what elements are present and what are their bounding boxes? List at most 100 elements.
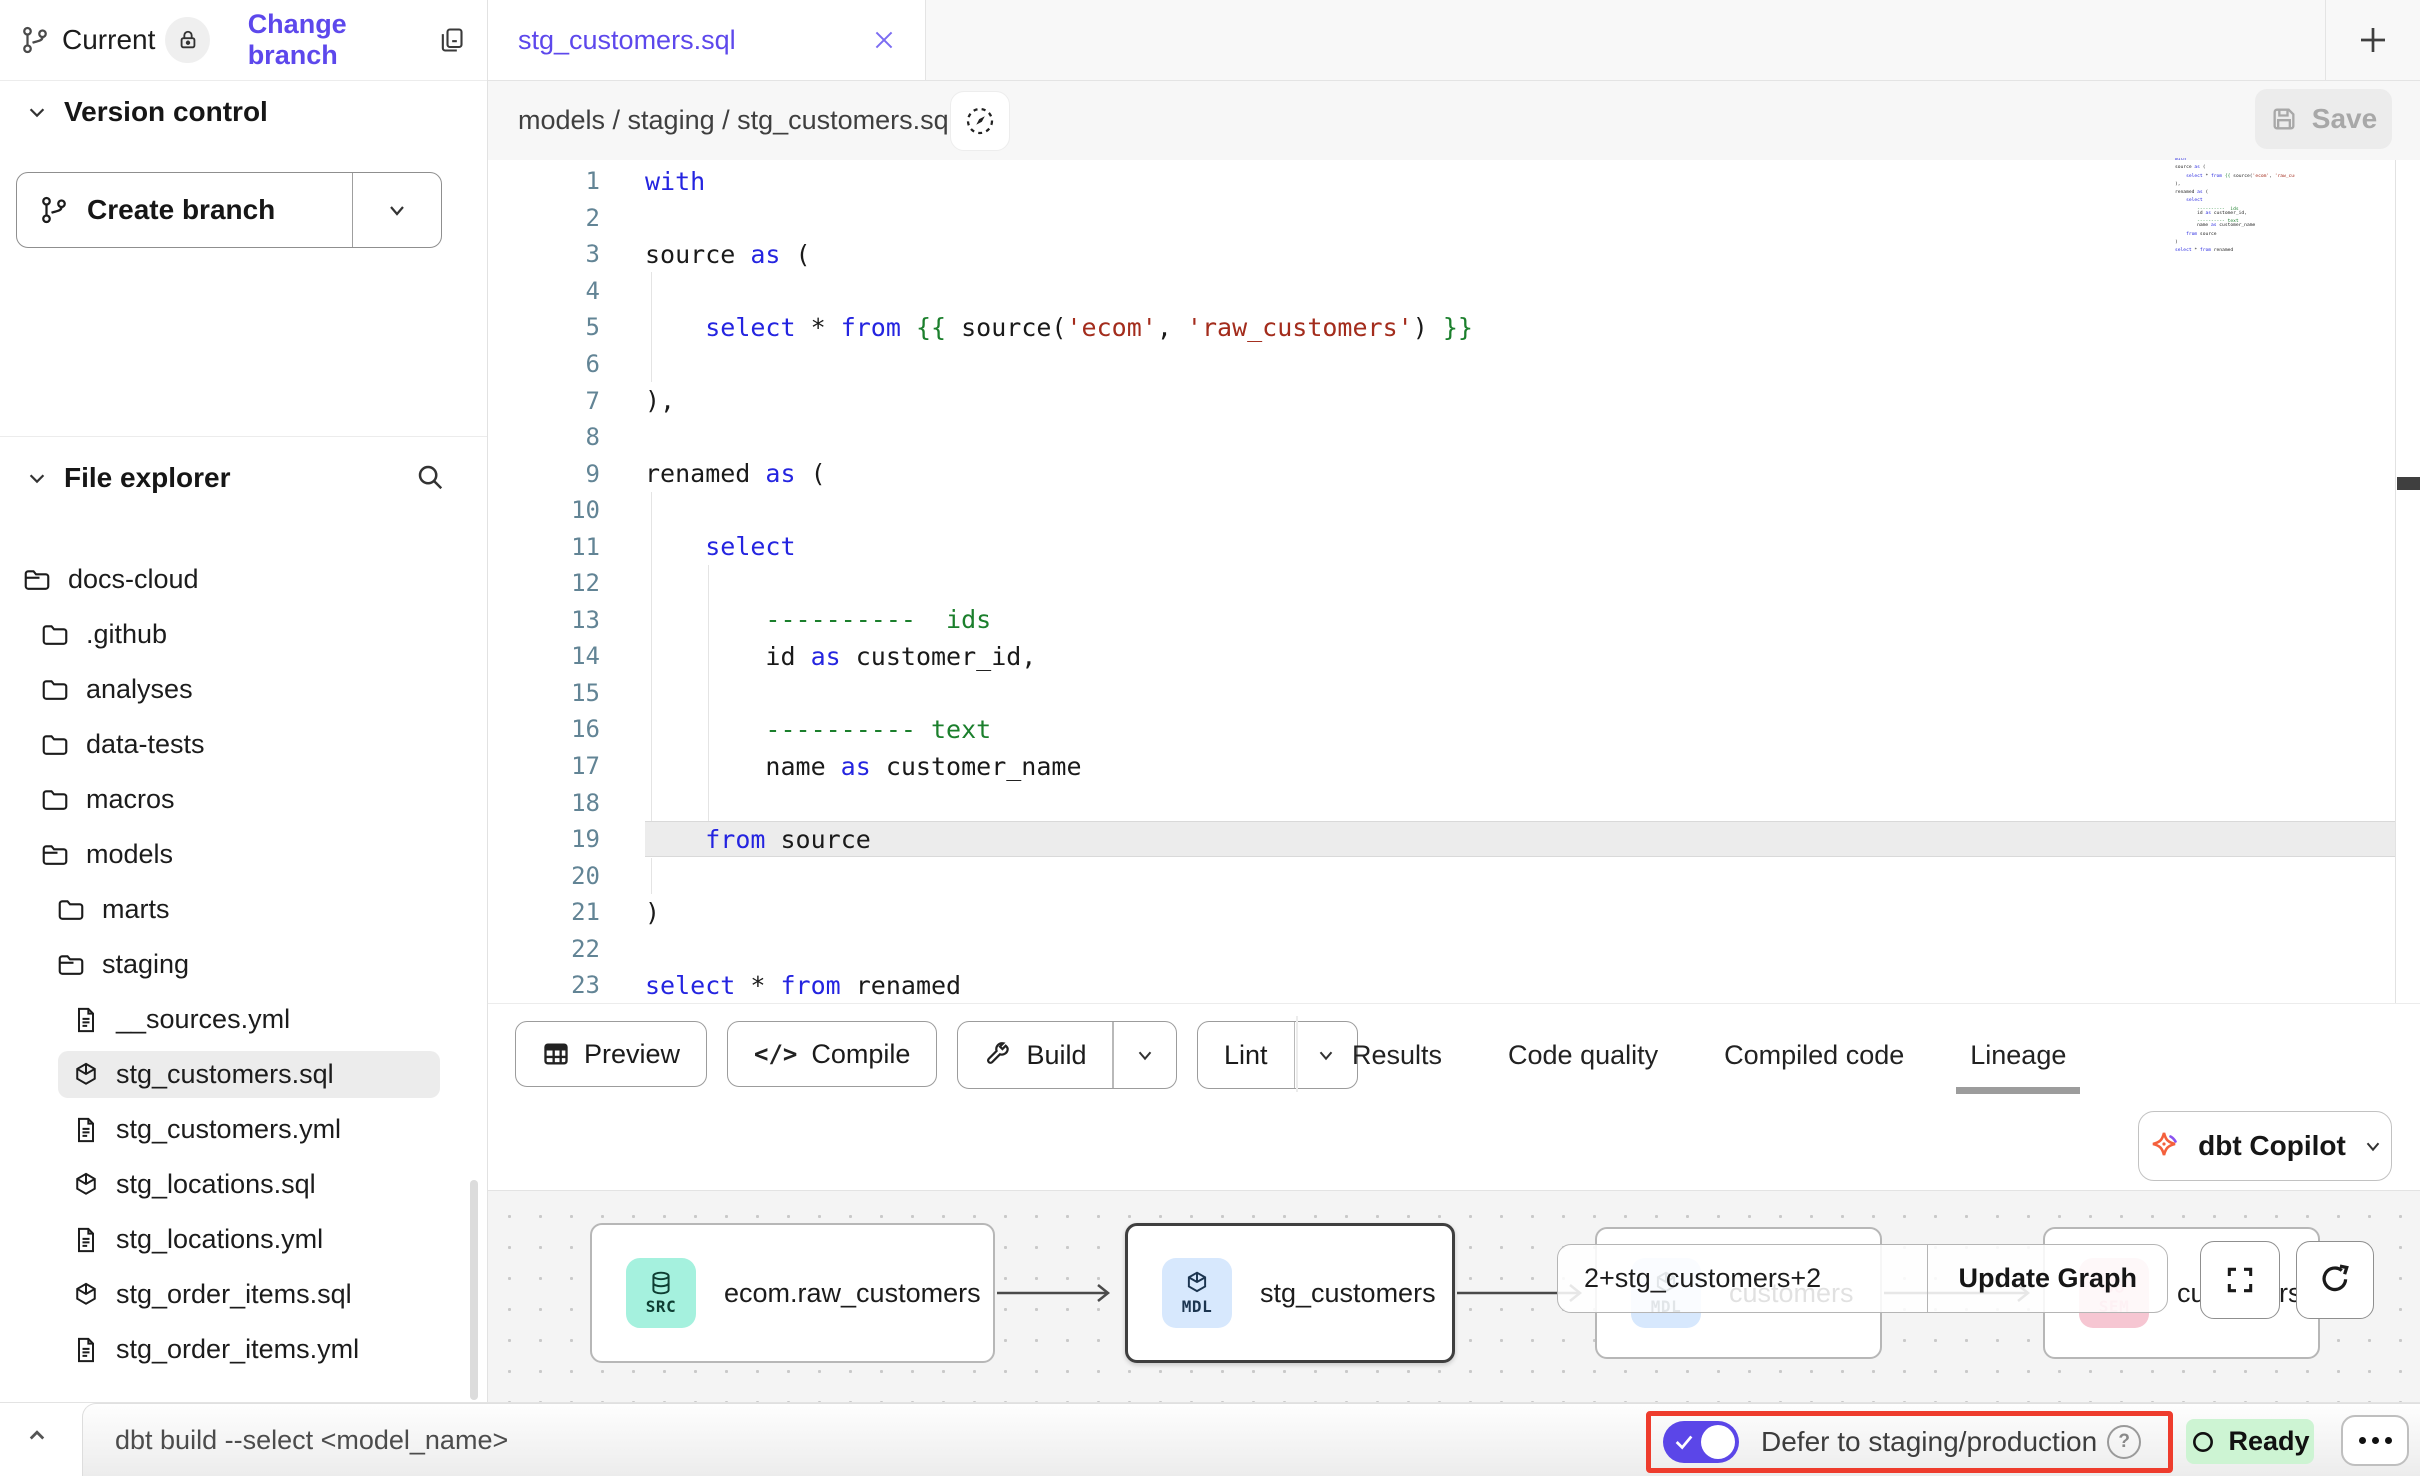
compile-button[interactable]: </> Compile: [727, 1021, 937, 1087]
dbt-copilot-chip[interactable]: [950, 91, 1010, 151]
tree-item-macros[interactable]: macros: [0, 772, 487, 827]
file-explorer-section[interactable]: File explorer: [26, 462, 231, 494]
folder-open-icon: [56, 950, 86, 980]
tree-item-data-tests[interactable]: data-tests: [0, 717, 487, 772]
create-branch-button[interactable]: Create branch: [16, 172, 442, 248]
tree-item-label: stg_locations.sql: [116, 1169, 316, 1200]
tree-item-marts[interactable]: marts: [0, 882, 487, 937]
collapse-panel-button[interactable]: [22, 1421, 52, 1451]
tab-compiled-code[interactable]: Compiled code: [1724, 1004, 1904, 1106]
sidebar-scrollbar-thumb[interactable]: [470, 1180, 478, 1400]
help-icon[interactable]: ?: [2107, 1425, 2141, 1459]
chevron-down-icon: [385, 198, 409, 222]
tree-item-stg_order_items.yml[interactable]: stg_order_items.yml: [0, 1322, 487, 1377]
branch-locked-chip: [165, 17, 209, 63]
folder-open-icon: [40, 840, 70, 870]
lint-dropdown[interactable]: [1295, 1044, 1357, 1066]
line-number: 18: [488, 789, 600, 817]
line-number: 10: [488, 496, 600, 524]
create-branch-dropdown[interactable]: [353, 198, 441, 222]
tree-item-stg_order_items.sql[interactable]: stg_order_items.sql: [0, 1267, 487, 1322]
code-line-1: 1with: [488, 163, 2420, 200]
folder-icon: [40, 730, 70, 760]
build-dropdown[interactable]: [1114, 1044, 1176, 1066]
tab-label: stg_customers.sql: [518, 25, 736, 56]
line-number: 15: [488, 679, 600, 707]
close-icon[interactable]: [871, 27, 897, 53]
tree-item-stg_customers.yml[interactable]: stg_customers.yml: [0, 1102, 487, 1157]
tree-item-label: stg_order_items.sql: [116, 1279, 352, 1310]
tree-item-.github[interactable]: .github: [0, 607, 487, 662]
version-control-title: Version control: [64, 96, 268, 128]
refresh-icon: [2318, 1263, 2352, 1297]
editor-scrollbar-thumb[interactable]: [2397, 477, 2420, 490]
save-button[interactable]: Save: [2255, 89, 2392, 149]
tab-stg-customers-sql[interactable]: stg_customers.sql: [488, 0, 926, 80]
tree-item-docs-cloud[interactable]: docs-cloud: [0, 552, 487, 607]
preview-button[interactable]: Preview: [515, 1021, 707, 1087]
tab-code-quality[interactable]: Code quality: [1508, 1004, 1658, 1106]
code-editor[interactable]: 1with23source as (45 select * from {{ so…: [488, 160, 2420, 1003]
file-tree[interactable]: docs-cloud .github analyses data-tests macro…: [0, 552, 487, 1377]
tree-item-label: models: [86, 839, 173, 870]
line-number: 20: [488, 862, 600, 890]
code-line-9: 9renamed as (: [488, 455, 2420, 492]
tab-lineage[interactable]: Lineage: [1970, 1004, 2066, 1106]
fullscreen-button[interactable]: [2200, 1241, 2280, 1319]
code-line-8: 8: [488, 419, 2420, 456]
minimap[interactable]: withsource as ( select * from {{ source(…: [2175, 158, 2295, 256]
tree-item-staging[interactable]: staging: [0, 937, 487, 992]
more-options-button[interactable]: [2341, 1415, 2409, 1466]
lineage-header-row: dbt Copilot: [488, 1105, 2420, 1190]
build-button[interactable]: Build: [957, 1021, 1177, 1089]
tab-results[interactable]: Results: [1352, 1004, 1442, 1106]
command-input[interactable]: dbt build --select <model_name>: [115, 1404, 508, 1476]
line-number: 11: [488, 533, 600, 561]
tree-item-stg_locations.sql[interactable]: stg_locations.sql: [0, 1157, 487, 1212]
change-branch-link[interactable]: Change branch: [248, 9, 437, 71]
preview-label: Preview: [584, 1039, 680, 1070]
dbt-copilot-button[interactable]: dbt Copilot: [2138, 1111, 2392, 1181]
tree-item-__sources.yml[interactable]: __sources.yml: [0, 992, 487, 1047]
code-line-6: 6: [488, 346, 2420, 383]
line-number: 22: [488, 935, 600, 963]
lineage-canvas[interactable]: SRC ecom.raw_customers MDL stg_customers…: [488, 1190, 2420, 1404]
lineage-node-source[interactable]: SRC ecom.raw_customers: [590, 1223, 995, 1363]
update-graph-button[interactable]: Update Graph: [1928, 1263, 2167, 1294]
lint-button[interactable]: Lint: [1197, 1021, 1358, 1089]
line-number: 6: [488, 350, 600, 378]
code-line-5: 5 select * from {{ source('ecom', 'raw_c…: [488, 309, 2420, 346]
folder-icon: [40, 785, 70, 815]
refresh-button[interactable]: [2296, 1241, 2374, 1319]
check-icon: [1673, 1431, 1695, 1453]
chevron-down-icon: [1134, 1044, 1156, 1066]
new-tab-button[interactable]: [2326, 0, 2420, 80]
code-line-17: 17 name as customer_name: [488, 748, 2420, 785]
tree-item-stg_locations.yml[interactable]: stg_locations.yml: [0, 1212, 487, 1267]
circle-status-icon: [2190, 1429, 2216, 1455]
result-tabs: Results Code quality Compiled code Linea…: [1352, 1004, 2066, 1106]
editor-toolbar: Preview </> Compile Build: [488, 1003, 2420, 1106]
lineage-node-stg-customers[interactable]: MDL stg_customers: [1125, 1223, 1455, 1363]
lock-icon: [177, 29, 199, 51]
lineage-selector-input[interactable]: 2+stg_customers+2: [1558, 1263, 1927, 1294]
code-line-15: 15: [488, 675, 2420, 712]
floppy-save-icon: [2270, 105, 2298, 133]
file-model-icon: [72, 1281, 100, 1309]
save-label: Save: [2312, 103, 2377, 135]
tree-item-models[interactable]: models: [0, 827, 487, 882]
tree-item-label: data-tests: [86, 729, 205, 760]
tree-item-label: marts: [102, 894, 170, 925]
search-icon[interactable]: [415, 462, 445, 492]
defer-toggle[interactable]: [1663, 1421, 1739, 1463]
defer-toggle-highlight: Defer to staging/production ?: [1646, 1411, 2173, 1473]
version-control-section[interactable]: Version control: [26, 96, 268, 128]
tree-item-stg_customers.sql[interactable]: stg_customers.sql: [0, 1047, 487, 1102]
tree-item-analyses[interactable]: analyses: [0, 662, 487, 717]
tree-item-label: .github: [86, 619, 167, 650]
copy-icon[interactable]: [437, 26, 465, 54]
divider: [0, 436, 487, 437]
tree-item-label: __sources.yml: [116, 1004, 290, 1035]
file-explorer-title: File explorer: [64, 462, 231, 494]
breadcrumb-bar: models / staging / stg_customers.sql Sav…: [488, 81, 2420, 161]
